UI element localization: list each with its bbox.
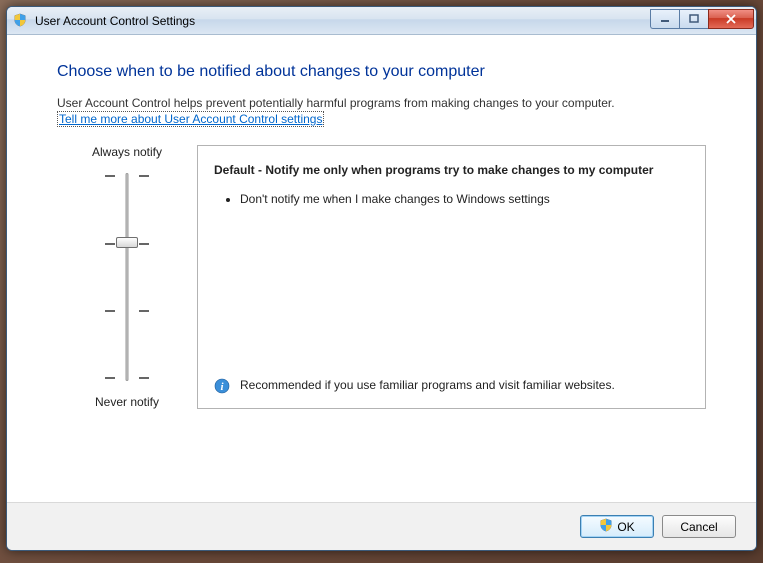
cancel-label: Cancel xyxy=(680,520,717,534)
window-title: User Account Control Settings xyxy=(35,14,650,28)
window-controls xyxy=(650,9,754,29)
maximize-button[interactable] xyxy=(679,9,708,29)
uac-shield-icon xyxy=(13,13,29,29)
slider-column: Always notify Never notify xyxy=(57,145,197,409)
minimize-button[interactable] xyxy=(650,9,679,29)
setting-description-panel: Default - Notify me only when programs t… xyxy=(197,145,706,409)
setting-bullets: Don't notify me when I make changes to W… xyxy=(214,191,689,213)
learn-more-link[interactable]: Tell me more about User Account Control … xyxy=(57,111,324,127)
content-area: Choose when to be notified about changes… xyxy=(7,35,756,502)
page-heading: Choose when to be notified about changes… xyxy=(57,63,706,81)
uac-shield-icon xyxy=(599,518,613,535)
settings-body: Always notify Never notify Default - Not… xyxy=(57,145,706,409)
recommendation-text: Recommended if you use familiar programs… xyxy=(240,377,615,394)
slider-label-always: Always notify xyxy=(57,145,197,159)
slider-ticks xyxy=(57,175,197,379)
setting-title: Default - Notify me only when programs t… xyxy=(214,162,689,178)
close-button[interactable] xyxy=(708,9,754,29)
slider-label-never: Never notify xyxy=(57,395,197,409)
recommendation-row: i Recommended if you use familiar progra… xyxy=(214,377,689,394)
page-description: User Account Control helps prevent poten… xyxy=(57,95,706,127)
cancel-button[interactable]: Cancel xyxy=(662,515,736,538)
titlebar[interactable]: User Account Control Settings xyxy=(7,7,756,35)
info-icon: i xyxy=(214,378,230,394)
setting-bullet-1: Don't notify me when I make changes to W… xyxy=(240,191,689,207)
ok-button[interactable]: OK xyxy=(580,515,654,538)
ok-label: OK xyxy=(617,520,634,534)
notification-slider[interactable] xyxy=(57,167,197,387)
uac-settings-window: User Account Control Settings Choose whe… xyxy=(6,6,757,551)
dialog-footer: OK Cancel xyxy=(7,502,756,550)
slider-thumb[interactable] xyxy=(116,237,138,248)
description-text: User Account Control helps prevent poten… xyxy=(57,96,615,110)
